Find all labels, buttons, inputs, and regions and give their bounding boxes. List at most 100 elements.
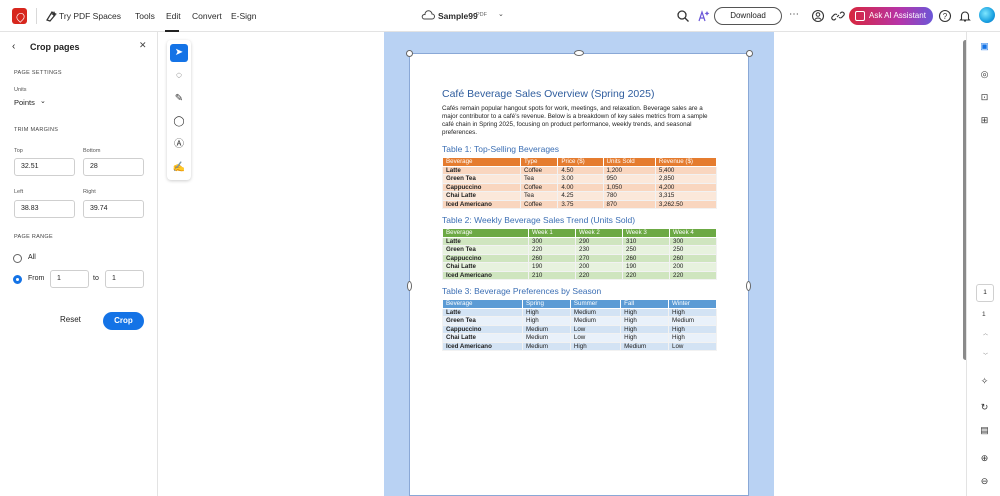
all-pages-radio[interactable] — [13, 254, 22, 263]
crop-handle-top-right[interactable] — [746, 50, 753, 57]
pdf-content: Café Beverage Sales Overview (Spring 202… — [442, 88, 718, 357]
table-header: Beverage — [442, 299, 523, 309]
table-header: Week 2 — [575, 228, 623, 238]
current-page-input[interactable]: 1 — [976, 284, 994, 302]
total-pages: 1 — [982, 311, 986, 318]
table-cell: 250 — [622, 245, 670, 255]
table-row: Iced Americano 210 220 220 220 — [442, 270, 717, 280]
table-cell: Green Tea — [442, 245, 529, 255]
file-name[interactable]: Sample99 — [438, 11, 478, 21]
text-box-icon[interactable]: Ⓐ — [170, 136, 188, 154]
table-cell: 2,850 — [654, 174, 718, 184]
table-cell: Medium — [522, 333, 571, 343]
sign-icon[interactable]: ✍ — [170, 159, 188, 177]
table-cell: Coffee — [519, 199, 559, 209]
reset-button[interactable]: Reset — [60, 315, 81, 324]
table-cell: 210 — [528, 270, 576, 280]
chevron-down-icon[interactable]: ⌄ — [498, 10, 504, 18]
select-cursor-icon[interactable]: ➤ — [170, 44, 188, 62]
top-margin-input[interactable]: 32.51 — [14, 158, 75, 176]
menu-convert[interactable]: Convert — [192, 11, 222, 21]
table-cell: 3,315 — [654, 191, 718, 201]
menu-tools[interactable]: Tools — [135, 11, 155, 21]
zoom-out-icon[interactable]: ⊖ — [979, 476, 990, 487]
try-pdf-spaces-button[interactable]: Try PDF Spaces — [59, 11, 121, 21]
crop-handle-right[interactable] — [746, 281, 751, 291]
link-icon[interactable] — [831, 9, 845, 23]
table-header: Revenue ($) — [654, 157, 718, 167]
comments-panel-icon[interactable]: ◎ — [979, 69, 990, 80]
table-weekly-trend: Beverage Week 1 Week 2 Week 3 Week 4 Lat… — [442, 228, 717, 280]
table-cell: Medium — [569, 316, 622, 326]
notifications-bell-icon[interactable] — [958, 9, 972, 23]
share-people-icon[interactable] — [811, 9, 825, 23]
units-value: Points — [14, 98, 35, 107]
table-cell: 4.25 — [557, 191, 604, 201]
table-cell: 950 — [602, 174, 656, 184]
acrobat-logo-icon[interactable] — [12, 8, 27, 24]
table-header: Summer — [569, 299, 622, 309]
panel-title: Crop pages — [30, 42, 80, 52]
thumbnails-grid-icon[interactable]: ⊞ — [979, 115, 990, 126]
right-margin-input[interactable]: 39.74 — [83, 200, 144, 218]
table-cell: 250 — [669, 245, 717, 255]
table-cell: Chai Latte — [442, 191, 521, 201]
more-options-icon[interactable]: ⋯ — [789, 9, 799, 20]
table-cell: Cappuccino — [442, 324, 523, 334]
table-cell: 220 — [622, 270, 670, 280]
table-header: Type — [519, 157, 559, 167]
right-label: Right — [83, 189, 96, 195]
table-cell: 290 — [575, 236, 623, 246]
search-icon[interactable] — [676, 9, 690, 23]
pen-draw-icon[interactable]: ✎ — [170, 90, 188, 108]
units-dropdown[interactable]: Points ⌄ — [14, 98, 54, 110]
left-margin-input[interactable]: 38.83 — [14, 200, 75, 218]
close-icon[interactable]: ✕ — [139, 40, 147, 51]
table-cell: Medium — [522, 324, 571, 334]
rotate-refresh-icon[interactable]: ↻ — [979, 402, 990, 413]
table-cell: 3.75 — [557, 199, 604, 209]
ai-sparkle-icon[interactable]: ✧ — [979, 376, 990, 387]
table-cell: High — [522, 307, 571, 317]
zoom-in-icon[interactable]: ⊕ — [979, 453, 990, 464]
crop-button[interactable]: Crop — [103, 312, 144, 330]
table-header: Spring — [522, 299, 571, 309]
crop-handle-left[interactable] — [407, 281, 412, 291]
left-label: Left — [14, 189, 24, 195]
comment-icon[interactable]: ◌ — [170, 67, 188, 85]
intro-paragraph: Cafés remain popular hangout spots for w… — [442, 105, 708, 136]
to-page-input[interactable]: 1 — [105, 270, 144, 288]
user-avatar[interactable] — [979, 7, 995, 23]
table-header: Week 4 — [669, 228, 717, 238]
download-button[interactable]: Download — [714, 7, 782, 25]
table-cell: 300 — [669, 236, 717, 246]
table-cell: Coffee — [519, 182, 559, 192]
table-cell: High — [522, 316, 571, 326]
menu-edit[interactable]: Edit — [166, 11, 181, 21]
table-cell: Low — [569, 333, 622, 343]
help-icon[interactable]: ? — [938, 9, 952, 23]
cloud-icon — [421, 10, 435, 20]
page-info-icon[interactable]: ▤ — [979, 425, 990, 436]
lasso-icon[interactable]: ◯ — [170, 113, 188, 131]
table-cell: Cappuccino — [442, 182, 521, 192]
table-row: Chai Latte 190 200 190 200 — [442, 262, 717, 272]
to-label: to — [93, 275, 99, 282]
bottom-margin-input[interactable]: 28 — [83, 158, 144, 176]
table-row: Chai Latte Tea 4.25 780 3,315 — [442, 191, 718, 201]
chevron-down-icon[interactable]: ﹀ — [983, 352, 988, 359]
from-page-input[interactable]: 1 — [50, 270, 89, 288]
ai-sparkle-icon[interactable] — [697, 9, 711, 23]
table-cell: 3.00 — [557, 174, 604, 184]
menu-e-sign[interactable]: E-Sign — [231, 11, 257, 21]
crop-handle-top[interactable] — [574, 50, 584, 56]
ai-chat-panel-icon[interactable]: ▣ — [979, 41, 990, 52]
table-cell: 260 — [622, 253, 670, 263]
from-range-radio[interactable] — [13, 275, 22, 284]
all-label: All — [28, 254, 36, 261]
back-arrow-icon[interactable]: ‹ — [12, 41, 22, 52]
chevron-up-icon[interactable]: ︿ — [983, 330, 988, 337]
ask-ai-assistant-button[interactable]: Ask AI Assistant — [849, 7, 933, 25]
crop-handle-top-left[interactable] — [406, 50, 413, 57]
bookmark-icon[interactable]: ⊡ — [979, 92, 990, 103]
